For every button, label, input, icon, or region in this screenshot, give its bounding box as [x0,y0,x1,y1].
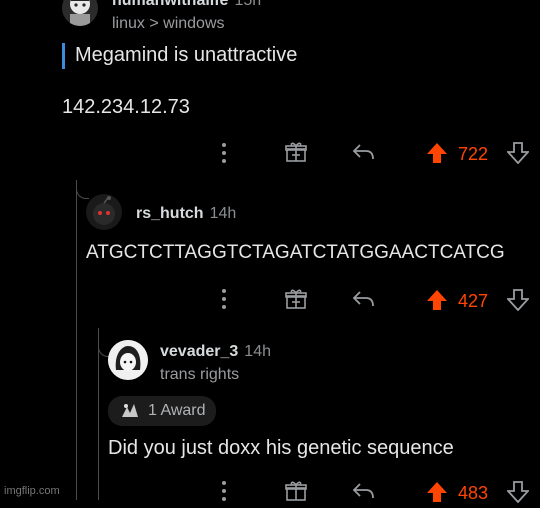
gift-award-icon[interactable] [285,480,307,507]
award-badge[interactable]: 1 Award [108,396,216,426]
comment-body: 142.234.12.73 [62,96,190,118]
username[interactable]: rs_hutch [136,205,204,223]
thread-line[interactable] [98,328,99,500]
reply-icon[interactable] [352,482,376,505]
award-count: 1 Award [148,402,206,419]
username[interactable]: humanwithalife [112,0,228,10]
downvote-arrow-icon[interactable] [505,142,531,169]
more-vertical-icon[interactable] [220,142,228,169]
thread-elbow [98,328,109,357]
comment-body: Did you just doxx his genetic sequence [108,437,454,459]
gift-award-icon[interactable] [285,141,307,168]
wholesome-award-icon [122,404,138,417]
user-flair: linux > windows [112,15,225,32]
avatar-image-icon [70,0,90,26]
vote-score: 483 [458,483,489,503]
vote-score: 722 [458,144,489,164]
reply-icon[interactable] [352,143,376,166]
upvote-arrow-icon[interactable] [426,481,448,508]
reply-icon[interactable] [352,290,376,313]
comment-body: ATGCTCTTAGGTCTAGATCTATGGAACTCATCG [86,242,505,263]
upvote-arrow-icon[interactable] [426,289,448,316]
quoted-text: Megamind is unattractive [75,44,298,66]
vote-score: 427 [458,291,489,311]
quote-bar [62,43,65,69]
username[interactable]: vevader_3 [160,343,238,361]
downvote-arrow-icon[interactable] [505,481,531,508]
avatar[interactable] [62,0,98,26]
more-vertical-icon[interactable] [220,288,228,315]
comment-time: 14h [209,205,237,222]
comment-time: 14h [244,343,271,360]
gift-award-icon[interactable] [285,288,307,315]
avatar[interactable] [86,194,122,230]
avatar[interactable] [108,340,148,380]
downvote-arrow-icon[interactable] [505,289,531,316]
thread-elbow [76,180,89,199]
user-flair: trans rights [160,366,240,383]
avatar-image-icon [108,340,148,380]
snoo-avatar-icon [93,196,115,225]
watermark: imgflip.com [4,485,60,497]
more-vertical-icon[interactable] [220,480,228,507]
upvote-arrow-icon[interactable] [426,142,448,169]
comment-time: 15h [234,0,262,9]
thread-line[interactable] [76,180,77,500]
